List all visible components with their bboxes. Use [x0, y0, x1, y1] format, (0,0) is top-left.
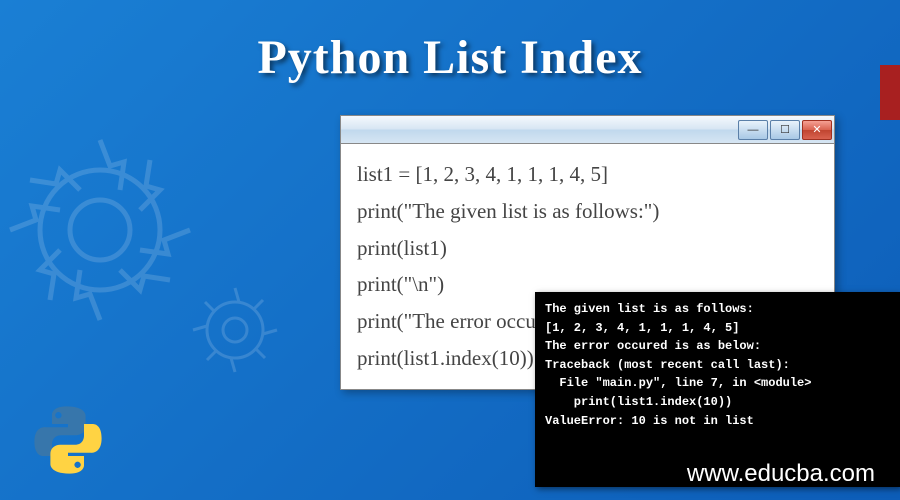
terminal-line: The error occured is as below:: [545, 337, 890, 356]
code-line: print(list1): [357, 230, 818, 267]
terminal-line: print(list1.index(10)): [545, 393, 890, 412]
terminal-line: The given list is as follows:: [545, 300, 890, 319]
window-titlebar: — ☐ ✕: [341, 116, 834, 144]
page-title: Python List Index: [0, 30, 900, 85]
terminal-line: [1, 2, 3, 4, 1, 1, 1, 4, 5]: [545, 319, 890, 338]
gear-large-icon: [0, 130, 200, 330]
code-line: print("The given list is as follows:"): [357, 193, 818, 230]
terminal-line: Traceback (most recent call last):: [545, 356, 890, 375]
footer-url: www.educba.com: [687, 460, 875, 488]
maximize-button[interactable]: ☐: [770, 120, 800, 140]
minimize-button[interactable]: —: [738, 120, 768, 140]
terminal-output: The given list is as follows: [1, 2, 3, …: [535, 292, 900, 487]
code-line: list1 = [1, 2, 3, 4, 1, 1, 1, 4, 5]: [357, 156, 818, 193]
python-logo-icon: [28, 400, 108, 480]
gear-small-icon: [185, 280, 285, 380]
terminal-line: File "main.py", line 7, in <module>: [545, 374, 890, 393]
close-button[interactable]: ✕: [802, 120, 832, 140]
terminal-line: ValueError: 10 is not in list: [545, 412, 890, 431]
